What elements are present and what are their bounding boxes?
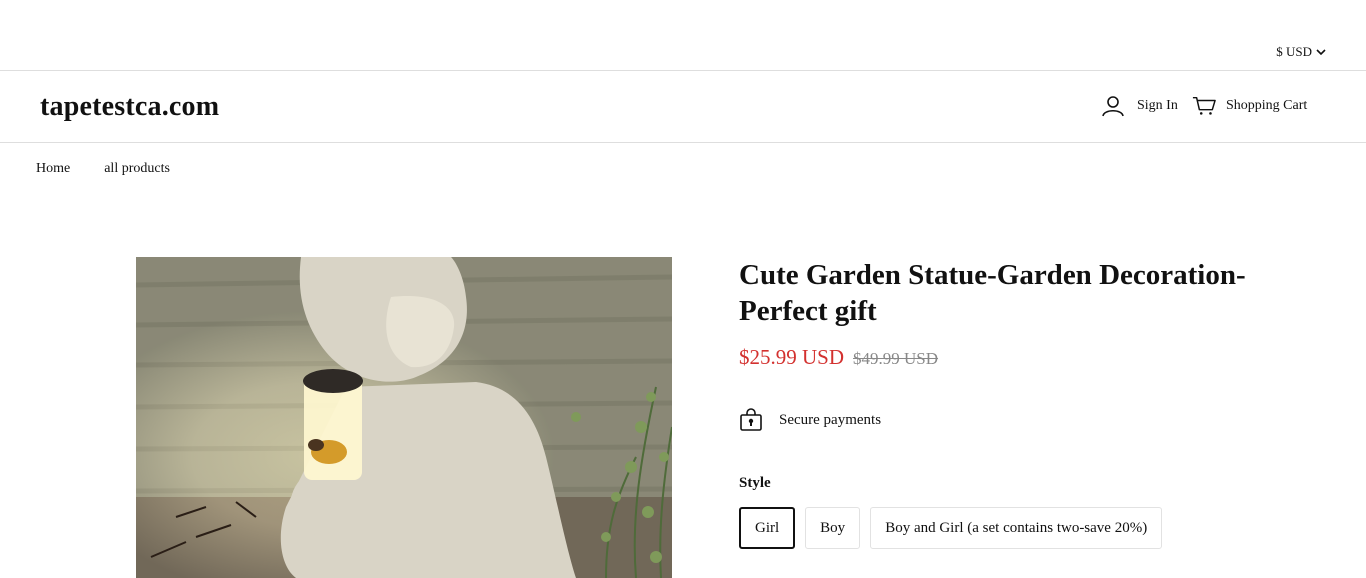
shopping-bag-lock-icon (740, 408, 762, 431)
sign-in-link[interactable]: Sign In (1101, 95, 1178, 117)
cart-label: Shopping Cart (1226, 98, 1308, 113)
compare-price: $49.99 USD (853, 349, 939, 368)
product-photo (136, 257, 672, 578)
product-image[interactable] (136, 257, 672, 578)
top-bar: $ USD (0, 0, 1366, 71)
site-logo[interactable]: tapetestca.com (40, 91, 219, 123)
product-title: Cute Garden Statue-Garden Decoration-Per… (739, 259, 1246, 327)
breadcrumb-home[interactable]: Home (36, 161, 70, 177)
style-label: Style (739, 475, 771, 491)
chevron-down-icon (1316, 48, 1326, 55)
price-row: $25.99 USD $49.99 USD (739, 345, 1299, 370)
cart-icon (1192, 96, 1216, 115)
style-option-girl[interactable]: Girl (739, 507, 796, 549)
style-option-boy-and-girl[interactable]: Boy and Girl (a set contains two-save 20… (870, 507, 1163, 549)
shopping-cart-link[interactable]: Shopping Cart (1192, 95, 1307, 117)
sign-in-label: Sign In (1137, 98, 1178, 113)
site-header: tapetestca.com Sign In Shopping Cart (0, 71, 1366, 143)
breadcrumb: Home all products (36, 161, 170, 177)
currency-label: $ USD (1276, 44, 1312, 59)
style-option-boy[interactable]: Boy (805, 507, 861, 549)
breadcrumb-all-products[interactable]: all products (104, 161, 170, 177)
secure-payments: Secure payments (739, 408, 881, 432)
sale-price: $25.99 USD (739, 345, 845, 369)
style-options: Girl Boy Boy and Girl (a set contains tw… (739, 507, 1163, 549)
product-info: Cute Garden Statue-Garden Decoration-Per… (739, 257, 1299, 549)
secure-payments-label: Secure payments (779, 411, 882, 428)
currency-selector[interactable]: $ USD (1276, 44, 1326, 60)
user-icon (1102, 96, 1124, 117)
